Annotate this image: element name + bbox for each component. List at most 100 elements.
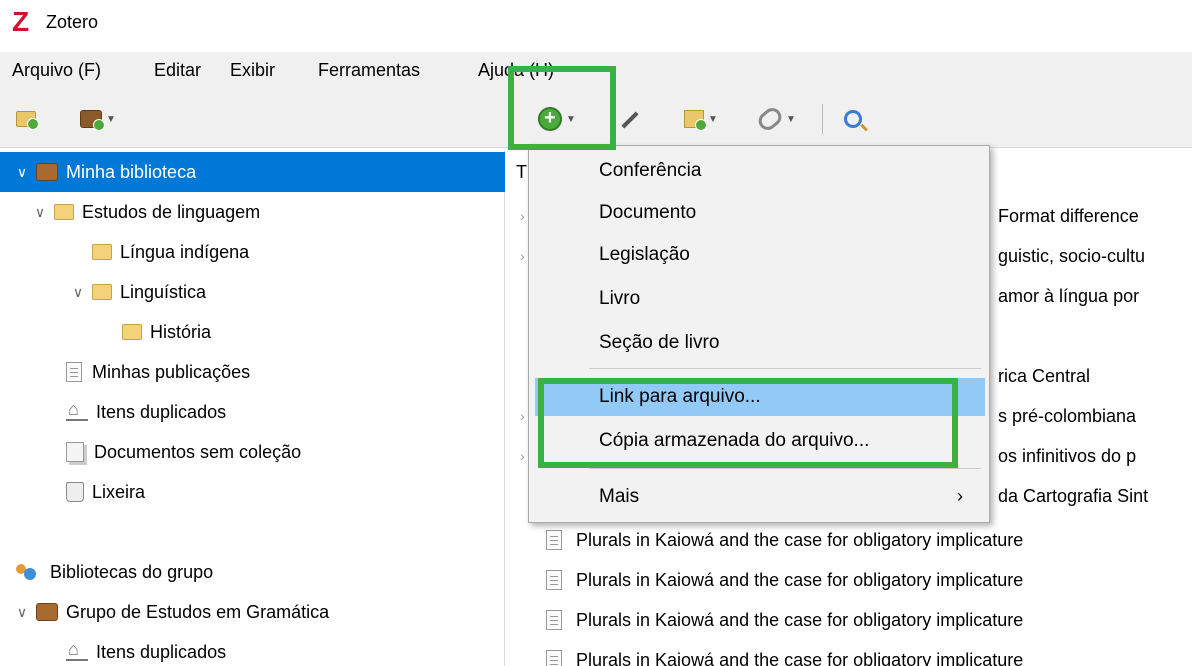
chevron-down-icon[interactable]: ∨ <box>32 204 48 221</box>
item-title-fragment[interactable]: amor à língua por <box>998 286 1139 307</box>
folder-icon <box>92 284 112 300</box>
column-header-title[interactable]: T <box>516 162 527 183</box>
new-library-button[interactable]: ▼ <box>80 102 116 136</box>
tree-item-bibliotecas-do-grupo[interactable]: Bibliotecas do grupo <box>14 552 213 592</box>
menu-item-label: Conferência <box>599 160 702 181</box>
document-icon <box>66 362 82 382</box>
new-note-icon <box>684 110 707 131</box>
chevron-down-icon: ▼ <box>106 113 116 125</box>
item-title-fragment[interactable]: os infinitivos do p <box>998 446 1136 467</box>
document-icon <box>546 650 562 666</box>
menu-item-secao-de-livro[interactable]: Seção de livro <box>535 324 985 362</box>
tree-item-lingua-indigena[interactable]: Língua indígena <box>92 232 249 272</box>
tree-item-label: Lixeira <box>92 481 146 502</box>
tree-item-label: Língua indígena <box>120 241 250 262</box>
document-icon <box>546 610 562 630</box>
toolbar-divider <box>822 104 823 134</box>
menu-item-legislacao[interactable]: Legislação <box>535 236 985 274</box>
item-title-fragment[interactable]: guistic, socio-cultu <box>998 246 1145 267</box>
document-icon <box>546 570 562 590</box>
tree-item-minhas-publicacoes[interactable]: Minhas publicações <box>66 352 250 392</box>
menu-ferramentas[interactable]: Ferramentas <box>318 60 420 81</box>
menu-item-label: Seção de livro <box>599 332 720 353</box>
tree-item-estudos-de-linguagem[interactable]: ∨ Estudos de linguagem <box>32 192 260 232</box>
tree-item-itens-duplicados[interactable]: Itens duplicados <box>66 392 226 432</box>
tree-item-linguistica[interactable]: ∨ Linguística <box>70 272 206 312</box>
tree-item-historia[interactable]: História <box>122 312 211 352</box>
item-title-fragment[interactable]: Format difference <box>998 206 1139 227</box>
item-title: Plurals in Kaiowá and the case for oblig… <box>576 649 1024 666</box>
tree-item-label: Itens duplicados <box>96 401 227 422</box>
menu-item-label: Mais <box>599 486 640 507</box>
add-attachment-icon <box>755 104 785 134</box>
menu-arquivo[interactable]: Arquivo (F) <box>12 60 101 81</box>
chevron-right-icon[interactable]: › <box>520 408 525 424</box>
duplicates-icon <box>66 639 88 661</box>
item-title-fragment[interactable]: rica Central <box>998 366 1090 387</box>
add-by-identifier-icon <box>618 108 640 130</box>
chevron-right-icon: › <box>957 486 963 506</box>
menu-item-documento[interactable]: Documento <box>535 194 985 232</box>
menu-item-mais[interactable]: Mais › <box>535 478 985 516</box>
tree-item-documentos-sem-colecao[interactable]: Documentos sem coleção <box>66 432 301 472</box>
tree-item-label: Documentos sem coleção <box>94 441 302 462</box>
chevron-down-icon[interactable]: ∨ <box>70 284 86 301</box>
folder-icon <box>92 244 112 260</box>
add-attachment-button[interactable]: ▼ <box>755 102 796 136</box>
tree-item-lixeira[interactable]: Lixeira <box>66 472 145 512</box>
menu-item-label: Legislação <box>599 244 690 265</box>
new-collection-button[interactable] <box>16 102 39 136</box>
table-row[interactable]: Plurals in Kaiowá and the case for oblig… <box>546 640 1023 666</box>
title-bar: Z Zotero <box>0 0 1192 44</box>
chevron-right-icon[interactable]: › <box>520 208 525 224</box>
tree-item-label: Linguística <box>120 281 207 302</box>
menu-editar[interactable]: Editar <box>154 60 201 81</box>
search-icon <box>844 110 862 128</box>
library-icon <box>36 603 58 621</box>
menu-item-label: Documento <box>599 202 697 223</box>
chevron-right-icon[interactable]: › <box>520 248 525 264</box>
duplicates-icon <box>66 399 88 421</box>
highlight-box-new-item <box>508 66 616 150</box>
item-title: Plurals in Kaiowá and the case for oblig… <box>576 529 1024 550</box>
chevron-down-icon[interactable]: ∨ <box>14 604 30 621</box>
chevron-right-icon[interactable]: › <box>520 448 525 464</box>
chevron-down-icon[interactable]: ∨ <box>14 164 30 181</box>
menu-item-conferencia[interactable]: Conferência <box>535 152 985 190</box>
highlight-box-attachment-options <box>538 378 958 468</box>
tree-item-label: Estudos de linguagem <box>82 201 261 222</box>
table-row[interactable]: Plurals in Kaiowá and the case for oblig… <box>546 520 1023 560</box>
tree-item-label: Bibliotecas do grupo <box>50 561 214 582</box>
new-note-button[interactable]: ▼ <box>684 102 718 136</box>
new-collection-icon <box>16 111 39 130</box>
item-title-fragment[interactable]: s pré-colombiana <box>998 406 1136 427</box>
item-title-fragment[interactable]: da Cartografia Sint <box>998 486 1148 507</box>
tree-item-label: Minhas publicações <box>92 361 251 382</box>
chevron-down-icon: ▼ <box>786 113 796 125</box>
document-icon <box>546 530 562 550</box>
table-row[interactable]: Plurals in Kaiowá and the case for oblig… <box>546 560 1023 600</box>
zotero-logo-icon: Z <box>12 6 30 37</box>
tree-item-grupo-de-estudos[interactable]: ∨ Grupo de Estudos em Gramática <box>14 592 329 632</box>
menu-separator <box>589 468 981 469</box>
window-title: Zotero <box>46 12 99 32</box>
item-title: Plurals in Kaiowá and the case for oblig… <box>576 609 1024 630</box>
collections-pane: ∨ Minha biblioteca ∨ Estudos de linguage… <box>0 150 505 666</box>
unfiled-icon <box>66 442 84 462</box>
search-button[interactable] <box>844 102 862 136</box>
menu-exibir[interactable]: Exibir <box>230 60 275 81</box>
folder-icon <box>54 204 74 220</box>
table-row[interactable]: Plurals in Kaiowá and the case for oblig… <box>546 600 1023 640</box>
item-title: Plurals in Kaiowá and the case for oblig… <box>576 569 1024 590</box>
menu-separator <box>589 368 981 369</box>
tree-item-label: Minha biblioteca <box>66 161 197 182</box>
add-by-identifier-button[interactable] <box>618 102 640 136</box>
tree-item-minha-biblioteca[interactable]: ∨ Minha biblioteca <box>0 152 505 192</box>
tree-item-itens-duplicados-grupo[interactable]: Itens duplicados <box>66 632 226 666</box>
tree-item-label: Itens duplicados <box>96 641 227 662</box>
library-icon <box>36 163 58 181</box>
tree-item-label: História <box>150 321 212 342</box>
menu-item-livro[interactable]: Livro <box>535 280 985 318</box>
tree-item-label: Grupo de Estudos em Gramática <box>66 601 330 622</box>
folder-icon <box>122 324 142 340</box>
